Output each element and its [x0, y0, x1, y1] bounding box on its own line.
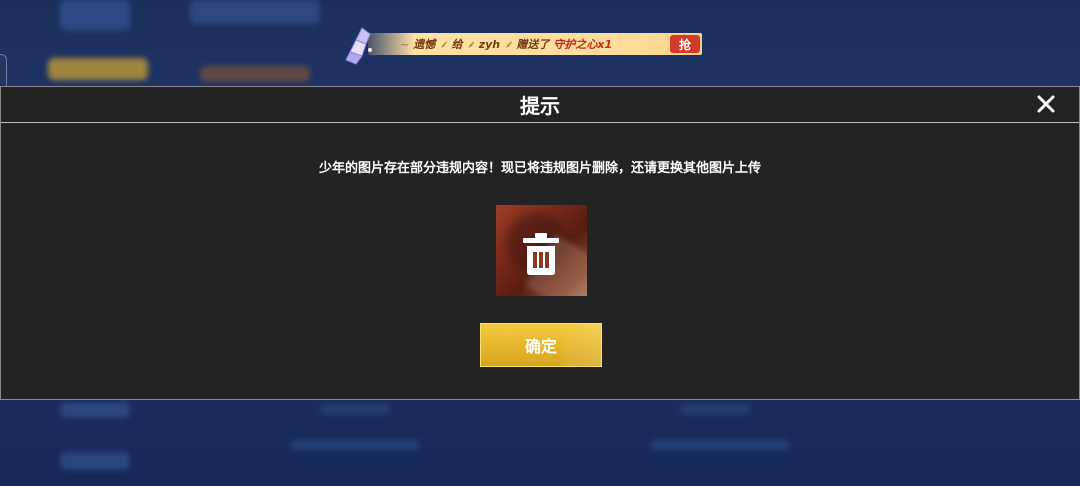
- removed-image-thumbnail: [496, 205, 587, 296]
- dialog-header: 提示: [1, 87, 1079, 123]
- confirm-button[interactable]: 确定: [480, 323, 602, 367]
- gift-item: 守护之心x1: [553, 38, 613, 51]
- close-icon[interactable]: [1035, 93, 1057, 115]
- background-element: [60, 0, 130, 30]
- trash-icon: [523, 233, 559, 275]
- gift-recipient: zyh: [478, 37, 501, 51]
- ornament: ⸙: [466, 37, 475, 51]
- ornament: ⸙: [439, 37, 448, 51]
- background-element: [60, 452, 130, 470]
- background-element: [290, 440, 420, 450]
- gift-action: 赠送了: [516, 38, 550, 51]
- button-shine: [561, 324, 601, 366]
- background-element: [650, 440, 790, 450]
- ornament: ~: [400, 37, 410, 51]
- gift-prefix: 遗憾: [413, 38, 436, 51]
- background-element: [190, 0, 320, 24]
- background-element: [680, 404, 750, 414]
- background-element: [200, 66, 310, 82]
- gift-message-bar: ~ 遗憾 ⸙ 给 ⸙ zyh ⸙ 赠送了 守护之心x1 抢: [368, 33, 702, 55]
- dialog-title: 提示: [520, 94, 560, 118]
- gift-notification-banner: ~ 遗憾 ⸙ 给 ⸙ zyh ⸙ 赠送了 守护之心x1 抢: [340, 26, 702, 66]
- confirm-label: 确定: [524, 337, 557, 356]
- background-element: [60, 402, 130, 418]
- gift-to-word: 给: [451, 38, 463, 51]
- violation-notice-dialog: 提示 少年的图片存在部分违规内容！现已将违规图片删除，还请更换其他图片上传 确定: [0, 86, 1080, 400]
- dialog-message: 少年的图片存在部分违规内容！现已将违规图片删除，还请更换其他图片上传: [318, 161, 761, 176]
- background-element: [320, 404, 390, 414]
- ornament: ⸙: [504, 37, 513, 51]
- background-element: [48, 58, 148, 80]
- grab-button[interactable]: 抢: [670, 35, 700, 53]
